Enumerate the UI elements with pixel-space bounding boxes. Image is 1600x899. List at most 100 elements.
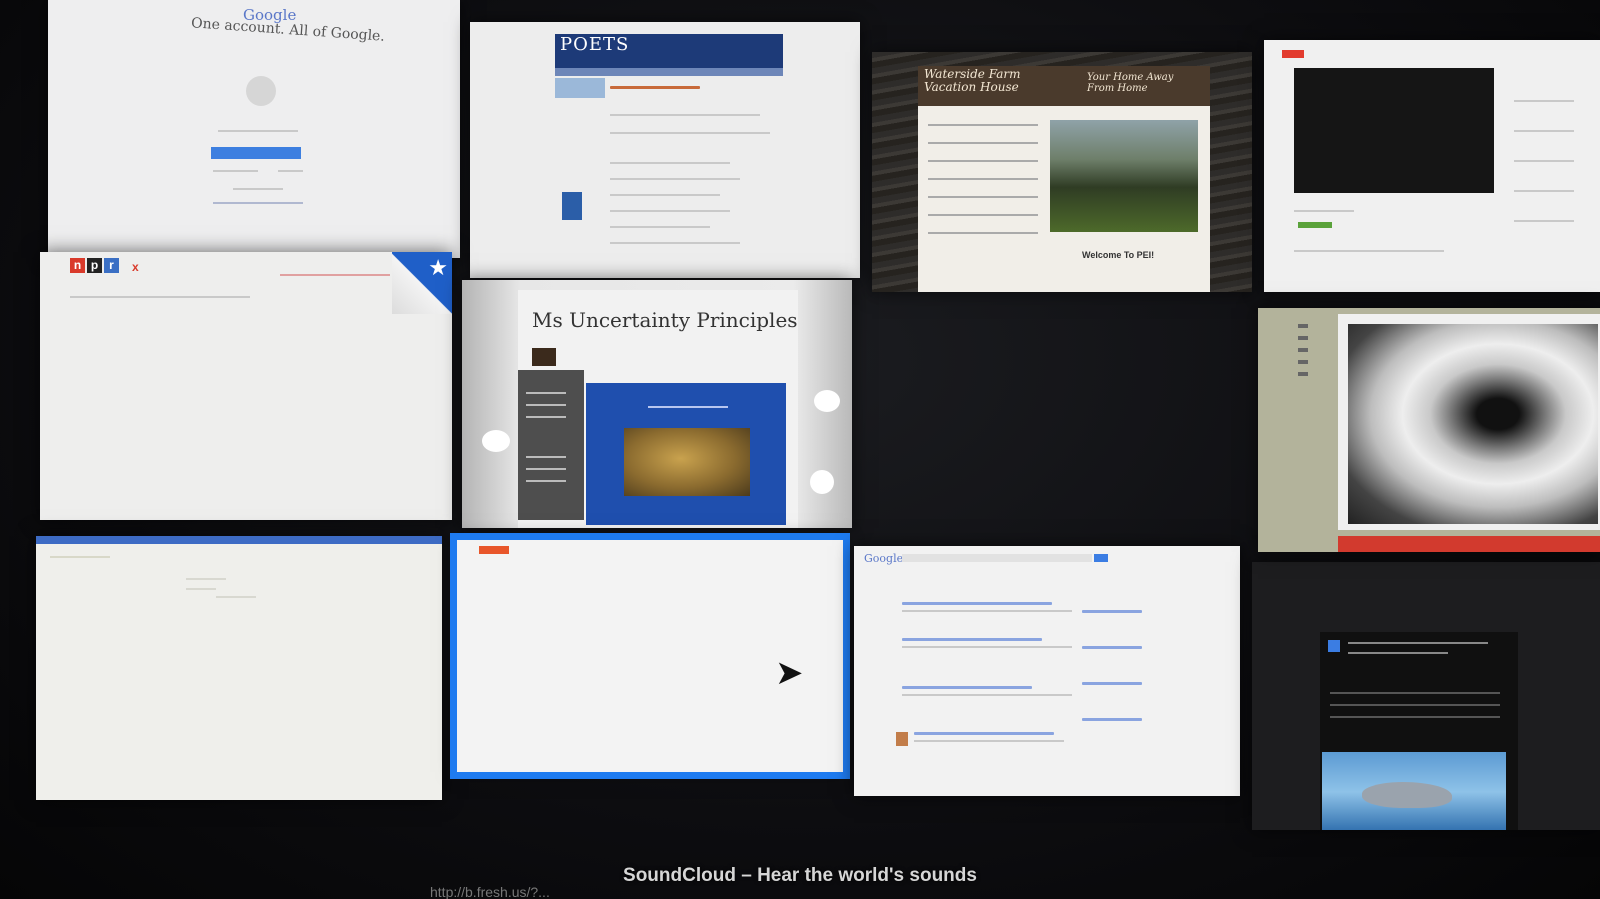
sidebar-text-line	[526, 404, 566, 406]
play-icon	[1328, 640, 1340, 652]
search-button	[1094, 554, 1108, 562]
search-field	[902, 554, 1092, 562]
text-line	[1348, 642, 1488, 644]
hovered-site-url: http://b.fresh.us/?...	[430, 884, 550, 899]
waterside-title: Waterside Farm Vacation House	[924, 67, 1021, 94]
text-line	[1330, 716, 1500, 718]
sidebar-text-line	[526, 416, 566, 418]
poets-logo: POETS	[560, 34, 630, 55]
npr-logo-n: n	[70, 258, 85, 273]
decor-blob	[814, 390, 840, 412]
sidebar-line	[1514, 130, 1574, 132]
ad-title	[1082, 682, 1142, 685]
text-line	[610, 132, 770, 134]
menu-line	[1298, 372, 1308, 376]
sidebar-line	[1514, 160, 1574, 162]
result-thumbnail	[896, 732, 908, 746]
npr-brand-mark: x	[132, 260, 139, 274]
text-line	[928, 142, 1038, 144]
text-line	[1294, 210, 1354, 212]
bbb-logo-icon	[562, 192, 582, 220]
text-line	[928, 196, 1038, 198]
result-title	[902, 638, 1042, 641]
avatar-icon	[246, 76, 276, 106]
farm-photo	[1050, 120, 1198, 232]
top-sites-grid: Google One account. All of Google. POETS…	[0, 0, 1600, 899]
text-line	[610, 194, 720, 196]
star-icon: ★	[428, 256, 448, 281]
ad-title	[1082, 646, 1142, 649]
eye-drawing	[1348, 324, 1598, 524]
text-line	[610, 178, 740, 180]
thumbnail-blank-page[interactable]	[36, 536, 442, 800]
text-line	[233, 188, 283, 190]
text-line	[610, 242, 740, 244]
sidebar-line	[1514, 100, 1574, 102]
sign-in-button	[211, 147, 301, 159]
thumbnail-waterside-farm[interactable]: Waterside Farm Vacation House Your Home …	[872, 52, 1252, 292]
product-icons	[213, 202, 303, 204]
rock-image	[624, 428, 750, 496]
text-line	[610, 226, 710, 228]
subscribe-button	[1298, 222, 1332, 228]
sidebar-text-line	[526, 392, 566, 394]
ad-title	[1082, 718, 1142, 721]
post-title-line	[648, 406, 728, 408]
sidebar-text-line	[526, 468, 566, 470]
thumbnail-dark-video-page[interactable]	[1252, 562, 1600, 830]
soundcloud-logo-icon	[479, 546, 509, 554]
thumbnail-youtube[interactable]	[1264, 40, 1600, 292]
hovered-site-title: SoundCloud – Hear the world's sounds	[623, 865, 977, 886]
thumbnail-google-account[interactable]: Google One account. All of Google.	[48, 0, 460, 258]
waterside-welcome: Welcome To PEI!	[1082, 250, 1155, 260]
text-line	[216, 596, 256, 598]
blog-title: Ms Uncertainty Principles	[532, 308, 798, 332]
text-line	[928, 160, 1038, 162]
text-line	[1330, 704, 1500, 706]
waterside-tagline: Your Home Away From Home	[1087, 72, 1174, 94]
text-line	[50, 556, 110, 558]
sidebar-text-line	[526, 480, 566, 482]
video-player	[1294, 68, 1494, 193]
result-title	[902, 602, 1052, 605]
youtube-logo-icon	[1282, 50, 1304, 58]
thumbnail-ms-uncertainty-principles[interactable]: Ms Uncertainty Principles	[462, 280, 852, 528]
text-line	[213, 170, 258, 172]
dolphin-shape	[1362, 782, 1452, 808]
menu-line	[1298, 324, 1308, 328]
text-line	[610, 162, 730, 164]
text-line	[280, 274, 390, 276]
sidebar-line	[1514, 220, 1574, 222]
thumbnail-soundcloud-selected[interactable]: ➤	[450, 533, 850, 779]
text-line	[610, 86, 700, 89]
text-line	[610, 114, 760, 116]
result-snippet	[914, 740, 1064, 742]
text-line	[186, 578, 226, 580]
result-title	[902, 686, 1032, 689]
google-logo: Google	[864, 552, 904, 565]
thumbnail-npr[interactable]: n p r x ★	[40, 252, 452, 520]
thumbnail-google-search-results[interactable]: Google	[854, 546, 1240, 796]
menu-line	[1298, 360, 1308, 364]
text-line	[928, 178, 1038, 180]
text-line	[928, 214, 1038, 216]
mouse-pointer-icon: ➤	[775, 653, 804, 693]
red-footer-bar	[1338, 536, 1600, 552]
text-line	[278, 170, 303, 172]
npr-logo-r: r	[104, 258, 119, 273]
poets-nav	[555, 68, 783, 76]
menu-line	[1298, 336, 1308, 340]
thumbnail-eye-image[interactable]	[1258, 308, 1600, 552]
blog-avatar	[532, 348, 556, 366]
text-line	[186, 588, 216, 590]
email-field	[218, 130, 298, 132]
thumbnail-poets[interactable]: POETS	[470, 22, 860, 278]
browser-tab-bar	[36, 536, 442, 544]
decor-blob	[810, 470, 834, 494]
nav-line	[70, 296, 250, 298]
eye-photo	[1338, 314, 1600, 530]
sidebar-line	[1514, 190, 1574, 192]
npr-logo-p: p	[87, 258, 102, 273]
result-snippet	[902, 610, 1072, 612]
text-line	[928, 124, 1038, 126]
